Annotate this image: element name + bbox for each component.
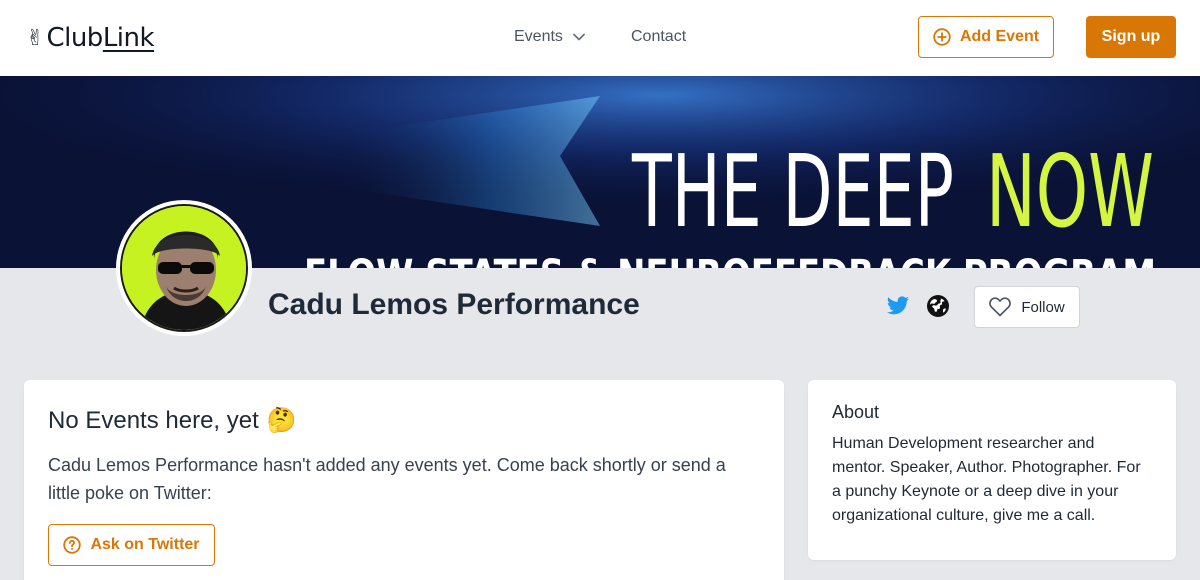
clublink-logo[interactable]: ✌ Club Link xyxy=(26,22,155,54)
follow-label: Follow xyxy=(1021,298,1065,316)
logo-text-link: Link xyxy=(102,23,155,53)
chevron-down-icon xyxy=(573,33,585,41)
nav-events-label: Events xyxy=(514,28,563,45)
top-navbar: ✌ Club Link Events Contact Add Event Sig… xyxy=(0,0,1200,76)
question-circle-icon xyxy=(63,536,82,554)
add-event-button[interactable]: Add Event xyxy=(918,16,1054,58)
add-event-label: Add Event xyxy=(959,28,1040,45)
events-card: No Events here, yet 🤔 Cadu Lemos Perform… xyxy=(24,380,784,580)
plus-circle-icon xyxy=(933,28,951,46)
ask-on-twitter-button[interactable]: Ask on Twitter xyxy=(48,524,215,566)
profile-name: Cadu Lemos Performance xyxy=(268,288,640,321)
follow-button[interactable]: Follow xyxy=(974,286,1080,328)
about-card: About Human Development researcher and m… xyxy=(808,380,1176,560)
victory-hand-icon: ✌ xyxy=(26,25,45,50)
heart-outline-icon xyxy=(989,297,1012,317)
no-events-message: Cadu Lemos Performance hasn't added any … xyxy=(48,455,726,503)
sign-up-button[interactable]: Sign up xyxy=(1086,16,1176,58)
logo-text-club: Club xyxy=(46,23,103,53)
banner-title-white: THE DEEP xyxy=(631,133,954,250)
ask-on-twitter-label: Ask on Twitter xyxy=(90,536,200,553)
thinking-face-icon: 🤔 xyxy=(266,407,297,434)
no-events-title-text: No Events here, yet xyxy=(48,406,259,434)
banner-subtitle: FLOW STATES & NEUROFEEDBACK PROGRAM xyxy=(304,252,1156,268)
nav-contact-link[interactable]: Contact xyxy=(631,26,686,48)
about-heading: About xyxy=(832,402,880,422)
avatar xyxy=(116,200,252,336)
avatar-photo xyxy=(120,204,248,332)
globe-icon[interactable] xyxy=(926,294,950,318)
about-description: Human Development researcher and mentor.… xyxy=(832,435,1141,524)
no-events-heading: No Events here, yet 🤔 xyxy=(48,406,760,435)
twitter-icon[interactable] xyxy=(886,294,910,318)
banner-title-neon: NOW xyxy=(986,133,1154,250)
nav-events-dropdown[interactable]: Events xyxy=(514,26,585,48)
